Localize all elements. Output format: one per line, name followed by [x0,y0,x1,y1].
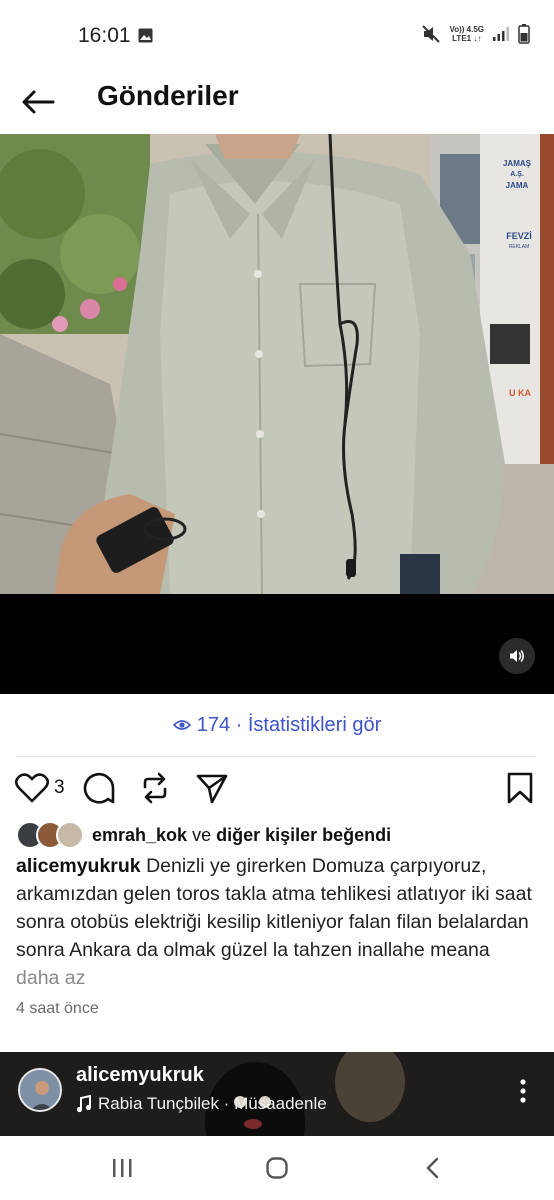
show-less-link[interactable]: daha az [16,967,85,989]
divider [16,756,536,757]
heart-icon [15,773,49,803]
save-button[interactable] [500,768,540,808]
home-icon [266,1157,288,1179]
liked-by-others[interactable]: diğer kişiler beğendi [216,825,391,845]
battery-icon [518,24,530,44]
like-count[interactable]: 3 [54,777,65,799]
comment-button[interactable] [79,768,119,808]
post-caption: alicemyukruk Denizli ye girerken Domuza … [16,852,536,992]
comment-icon [83,772,115,804]
signal-icon [493,27,509,41]
status-bar: 16:01 Vo)) 4.5G LTE1 ↓↑ [0,0,554,70]
liked-by-text: emrah_kok ve diğer kişiler beğendi [92,824,392,845]
mute-icon [422,25,441,43]
back-icon [426,1157,439,1179]
recents-icon [113,1159,132,1177]
bookmark-icon [507,772,533,804]
insights-text: 174 · İstatistikleri gör [196,713,382,736]
post-video[interactable]: JAMAŞ A.Ş. JAMA FEVZİ REKLAM U KA [0,134,554,694]
sign-text-3: JAMA [506,181,529,190]
music-label: Rabia Tunçbilek · Müsaadenle [98,1094,327,1113]
liker-username[interactable]: emrah_kok [92,825,187,845]
post-actions: 3 [0,768,554,812]
sign-text-2: A.Ş. [510,171,524,178]
sound-toggle-button[interactable] [499,638,535,674]
network-label: Vo)) 4.5G LTE1 ↓↑ [449,25,484,43]
share-button[interactable] [192,768,232,808]
view-insights-link[interactable]: 174 · İstatistikleri gör [0,708,554,742]
music-note-icon [76,1095,92,1113]
like-button[interactable] [12,768,52,808]
status-time: 16:01 [78,24,131,47]
speaker-icon [510,650,525,662]
avatar[interactable] [18,1068,62,1112]
next-post-music[interactable]: Rabia Tunçbilek · Müsaadenle [76,1094,327,1114]
sign-text-6: U KA [509,388,531,398]
more-vertical-icon [520,1079,526,1103]
eye-icon [172,720,191,730]
repost-button[interactable] [135,768,175,808]
system-nav-bar [0,1136,554,1200]
repost-icon [143,772,167,804]
more-options-button[interactable] [508,1076,538,1106]
system-back-button[interactable] [413,1150,453,1186]
video-frame: JAMAŞ A.Ş. JAMA FEVZİ REKLAM U KA [0,134,554,594]
sign-text-5: REKLAM [509,244,530,250]
share-icon [196,774,228,804]
status-icons: Vo)) 4.5G LTE1 ↓↑ [421,24,530,44]
recents-button[interactable] [102,1150,142,1186]
header-bar: Gönderiler [0,70,554,134]
next-post-username[interactable]: alicemyukruk [76,1064,204,1087]
back-button[interactable] [14,78,62,126]
sign-text-1: JAMAŞ [503,159,532,168]
page-title: Gönderiler [97,80,239,111]
arrow-left-icon [22,90,55,114]
image-icon [138,28,153,43]
liker-avatars [16,821,86,849]
sign-text-4: FEVZİ [506,231,532,241]
liked-by-row[interactable]: emrah_kok ve diğer kişiler beğendi [16,820,391,850]
post-timestamp: 4 saat önce [16,1000,99,1017]
next-post-header: alicemyukruk Rabia Tunçbilek · Müsaadenl… [0,1052,554,1136]
home-button[interactable] [257,1150,297,1186]
avatar [56,821,84,849]
caption-username[interactable]: alicemyukruk [16,855,141,877]
